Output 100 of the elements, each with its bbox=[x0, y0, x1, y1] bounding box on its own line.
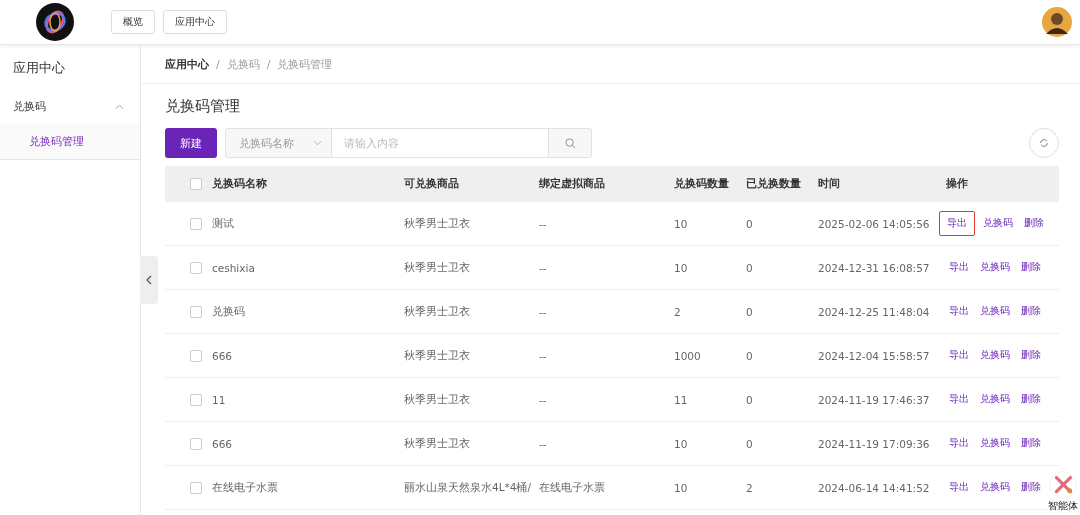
action-link[interactable]: 兑换码 bbox=[977, 433, 1013, 454]
search-icon bbox=[564, 137, 576, 149]
action-link[interactable]: 导出 bbox=[946, 301, 972, 322]
action-link[interactable]: 导出 bbox=[946, 257, 972, 278]
table-cell-text: 2024-12-31 16:08:57 bbox=[818, 261, 931, 274]
table-cell-text: 10 bbox=[674, 261, 689, 274]
checkbox[interactable] bbox=[190, 437, 202, 450]
table-cell-text: 秋季男士卫衣 bbox=[404, 392, 471, 407]
sidebar-title: 应用中心 bbox=[12, 59, 66, 77]
column-header: 操作 bbox=[946, 177, 969, 191]
table-cell-text: 0 bbox=[746, 437, 754, 450]
table-cell-text: 10 bbox=[674, 217, 689, 230]
table-cell-text: 10 bbox=[674, 437, 689, 450]
action-link[interactable]: 删除 bbox=[1018, 257, 1044, 278]
table-cell-text: 0 bbox=[746, 349, 754, 362]
checkbox[interactable] bbox=[190, 349, 202, 362]
table-cell-text: 666 bbox=[212, 349, 234, 362]
table-cell-text: 10 bbox=[674, 481, 689, 494]
refresh-button[interactable] bbox=[1029, 128, 1059, 158]
sidebar-item[interactable]: 兑换码管理 bbox=[0, 124, 140, 160]
column-header: 兑换码数量 bbox=[674, 177, 730, 191]
table-cell-text: 在线电子水票 bbox=[539, 480, 606, 495]
checkbox[interactable] bbox=[190, 178, 202, 190]
logo-icon bbox=[36, 3, 74, 41]
table-cell-text: -- bbox=[539, 305, 548, 318]
action-link[interactable]: 兑换码 bbox=[977, 301, 1013, 322]
action-link[interactable]: 导出 bbox=[946, 477, 972, 498]
checkbox[interactable] bbox=[190, 393, 202, 406]
action-link[interactable]: 兑换码 bbox=[977, 389, 1013, 410]
action-link[interactable]: 删除 bbox=[1021, 213, 1047, 234]
collapse-handle[interactable] bbox=[140, 256, 158, 304]
table-cell-text: 秋季男士卫衣 bbox=[404, 348, 471, 363]
assistant-icon[interactable] bbox=[1049, 471, 1077, 499]
action-link[interactable]: 导出 bbox=[946, 345, 972, 366]
action-link[interactable]: 导出 bbox=[946, 433, 972, 454]
action-link[interactable]: 导出 bbox=[939, 211, 975, 236]
search-field[interactable]: 请输入内容 bbox=[332, 128, 548, 158]
table-cell-text: 测试 bbox=[212, 216, 235, 231]
table-cell-text: -- bbox=[539, 349, 548, 362]
column-header: 已兑换数量 bbox=[746, 177, 802, 191]
table-cell-text: 11 bbox=[674, 393, 689, 406]
breadcrumb-separator: / bbox=[266, 57, 271, 71]
checkbox[interactable] bbox=[190, 261, 202, 274]
table-cell-text: 2024-12-25 11:48:04 bbox=[818, 305, 931, 318]
table-cell-text: 在线电子水票 bbox=[212, 480, 279, 495]
breadcrumb-item[interactable]: 应用中心 bbox=[165, 56, 209, 72]
table-cell-text: 0 bbox=[746, 393, 754, 406]
action-link[interactable]: 兑换码 bbox=[977, 477, 1013, 498]
action-link[interactable]: 删除 bbox=[1018, 389, 1044, 410]
checkbox[interactable] bbox=[190, 481, 202, 494]
table-cell-text: ceshixia bbox=[212, 261, 256, 274]
table-cell-text: 666 bbox=[212, 437, 234, 450]
table-cell-text: -- bbox=[539, 393, 548, 406]
action-link[interactable]: 导出 bbox=[946, 389, 972, 410]
column-header: 兑换码名称 bbox=[212, 177, 268, 191]
table-cell-text: 0 bbox=[746, 217, 754, 230]
column-header: 时间 bbox=[818, 177, 841, 191]
action-link[interactable]: 删除 bbox=[1018, 345, 1044, 366]
checkbox[interactable] bbox=[190, 217, 202, 230]
table-cell-text: 1000 bbox=[674, 349, 702, 362]
nav-button[interactable]: 应用中心 bbox=[163, 10, 227, 34]
table-cell-text: 2024-12-04 15:58:57 bbox=[818, 349, 931, 362]
table-cell-text: 秋季男士卫衣 bbox=[404, 304, 471, 319]
nav-button[interactable]: 概览 bbox=[111, 10, 155, 34]
table-cell-text: 11 bbox=[212, 393, 227, 406]
assistant-label: 智能体 bbox=[1048, 499, 1078, 513]
table-cell-text: -- bbox=[539, 437, 548, 450]
action-link[interactable]: 兑换码 bbox=[977, 257, 1013, 278]
column-header: 可兑换商品 bbox=[404, 177, 460, 191]
action-link[interactable]: 兑换码 bbox=[977, 345, 1013, 366]
caret-icon bbox=[313, 140, 322, 146]
table-cell-text: 2024-11-19 17:09:36 bbox=[818, 437, 931, 450]
column-header: 绑定虚拟商品 bbox=[539, 177, 606, 191]
table-cell-text: 秋季男士卫衣 bbox=[404, 260, 471, 275]
table-cell-text: 0 bbox=[746, 305, 754, 318]
table-cell-text: 2025-02-06 14:05:56 bbox=[818, 217, 931, 230]
table-cell-text: 2024-06-14 14:41:52 bbox=[818, 481, 931, 494]
breadcrumb-separator: / bbox=[216, 57, 220, 71]
action-link[interactable]: 删除 bbox=[1018, 433, 1044, 454]
checkbox[interactable] bbox=[190, 305, 202, 318]
avatar[interactable] bbox=[1042, 7, 1072, 37]
table-cell-text: 2 bbox=[746, 481, 754, 494]
page-title: 兑换码管理 bbox=[165, 97, 241, 116]
action-link[interactable]: 删除 bbox=[1018, 477, 1044, 498]
table-cell-text: -- bbox=[539, 261, 548, 274]
new-button[interactable]: 新建 bbox=[165, 128, 217, 158]
refresh-icon bbox=[1039, 138, 1049, 148]
chevron-left-icon bbox=[146, 275, 152, 285]
table-cell-text: 丽水山泉天然泉水4L*4桶/ bbox=[404, 480, 532, 495]
table-cell-text: 0 bbox=[746, 261, 754, 274]
sidebar-group[interactable]: 兑换码 bbox=[0, 89, 140, 124]
action-link[interactable]: 兑换码 bbox=[980, 213, 1016, 234]
table-cell-text: 秋季男士卫衣 bbox=[404, 436, 471, 451]
table-cell-text: 2 bbox=[674, 305, 682, 318]
table-cell-text: 秋季男士卫衣 bbox=[404, 216, 471, 231]
table-cell-text: -- bbox=[539, 217, 548, 230]
search-button[interactable] bbox=[548, 128, 592, 158]
table-cell-text: 2024-11-19 17:46:37 bbox=[818, 393, 931, 406]
table-cell-text: 兑换码 bbox=[212, 304, 246, 319]
action-link[interactable]: 删除 bbox=[1018, 301, 1044, 322]
